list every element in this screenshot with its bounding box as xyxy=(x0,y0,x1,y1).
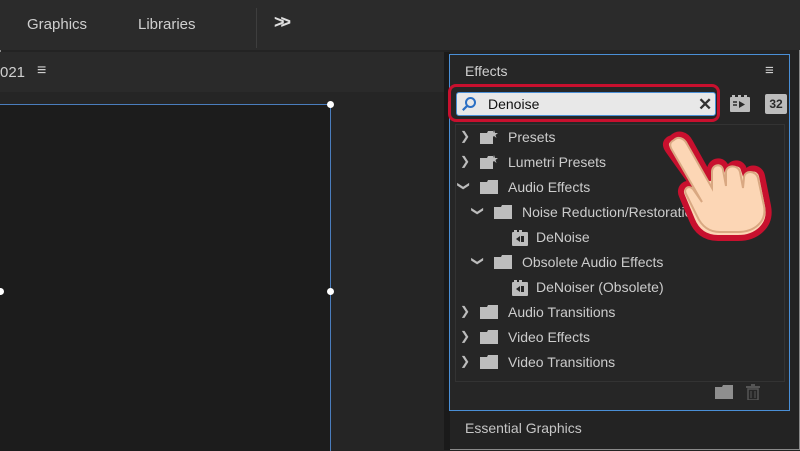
tree-item-label: Lumetri Presets xyxy=(508,154,607,170)
chevron-right-icon[interactable]: ❯ xyxy=(460,154,470,168)
more-workspaces-button[interactable]: >> xyxy=(274,12,291,33)
tree-item-label: Video Effects xyxy=(508,329,590,345)
chevron-down-icon[interactable]: ❯ xyxy=(471,256,485,266)
essential-graphics-panel-tab[interactable]: Essential Graphics xyxy=(465,420,582,436)
tree-item-label: Audio Effects xyxy=(508,179,591,195)
preset-folder-icon xyxy=(480,155,498,169)
folder-icon xyxy=(494,205,512,219)
tree-item-label: Video Transitions xyxy=(508,354,616,370)
tab-graphics[interactable]: Graphics xyxy=(27,16,87,33)
audio-effect-icon xyxy=(512,230,528,246)
chevron-right-icon[interactable]: ❯ xyxy=(460,304,470,318)
folder-icon xyxy=(480,180,498,194)
pointing-hand-icon xyxy=(662,131,772,241)
tab-divider xyxy=(256,8,257,48)
chevron-down-icon[interactable]: ❯ xyxy=(471,206,485,216)
folder-icon xyxy=(480,355,498,369)
sequence-title[interactable]: 021 xyxy=(0,64,25,81)
folder-icon xyxy=(480,305,498,319)
tree-item-label: Audio Transitions xyxy=(508,304,616,320)
accelerated-effects-icon[interactable] xyxy=(729,94,751,114)
transform-handle-top-right[interactable] xyxy=(327,101,334,108)
chevron-right-icon[interactable]: ❯ xyxy=(460,329,470,343)
tree-item-label: DeNoiser (Obsolete) xyxy=(536,279,664,295)
chevron-down-icon[interactable]: ❯ xyxy=(457,181,471,191)
chevron-right-icon[interactable]: ❯ xyxy=(460,354,470,368)
effects-panel-title[interactable]: Effects xyxy=(465,63,508,79)
tab-libraries[interactable]: Libraries xyxy=(138,16,196,33)
tree-item-label: Presets xyxy=(508,129,556,145)
video-canvas[interactable] xyxy=(0,104,331,451)
tree-item-label: DeNoise xyxy=(536,229,590,245)
32-bit-color-icon[interactable]: 32 xyxy=(765,94,787,114)
effects-panel-menu-icon[interactable]: ≡ xyxy=(765,62,774,79)
chevron-right-icon[interactable]: ❯ xyxy=(460,129,470,143)
program-monitor-header xyxy=(0,52,444,92)
audio-effect-icon xyxy=(512,280,528,296)
workspace-tab-bar xyxy=(0,0,800,50)
folder-icon xyxy=(494,255,512,269)
new-bin-icon[interactable] xyxy=(715,385,733,399)
folder-icon xyxy=(480,330,498,344)
tree-item-label: Obsolete Audio Effects xyxy=(522,254,664,270)
search-highlight-annotation xyxy=(448,84,720,122)
transform-handle-right[interactable] xyxy=(327,288,334,295)
trash-icon[interactable] xyxy=(745,384,761,400)
preset-folder-icon xyxy=(480,130,498,144)
panel-menu-icon[interactable]: ≡ xyxy=(37,62,46,80)
